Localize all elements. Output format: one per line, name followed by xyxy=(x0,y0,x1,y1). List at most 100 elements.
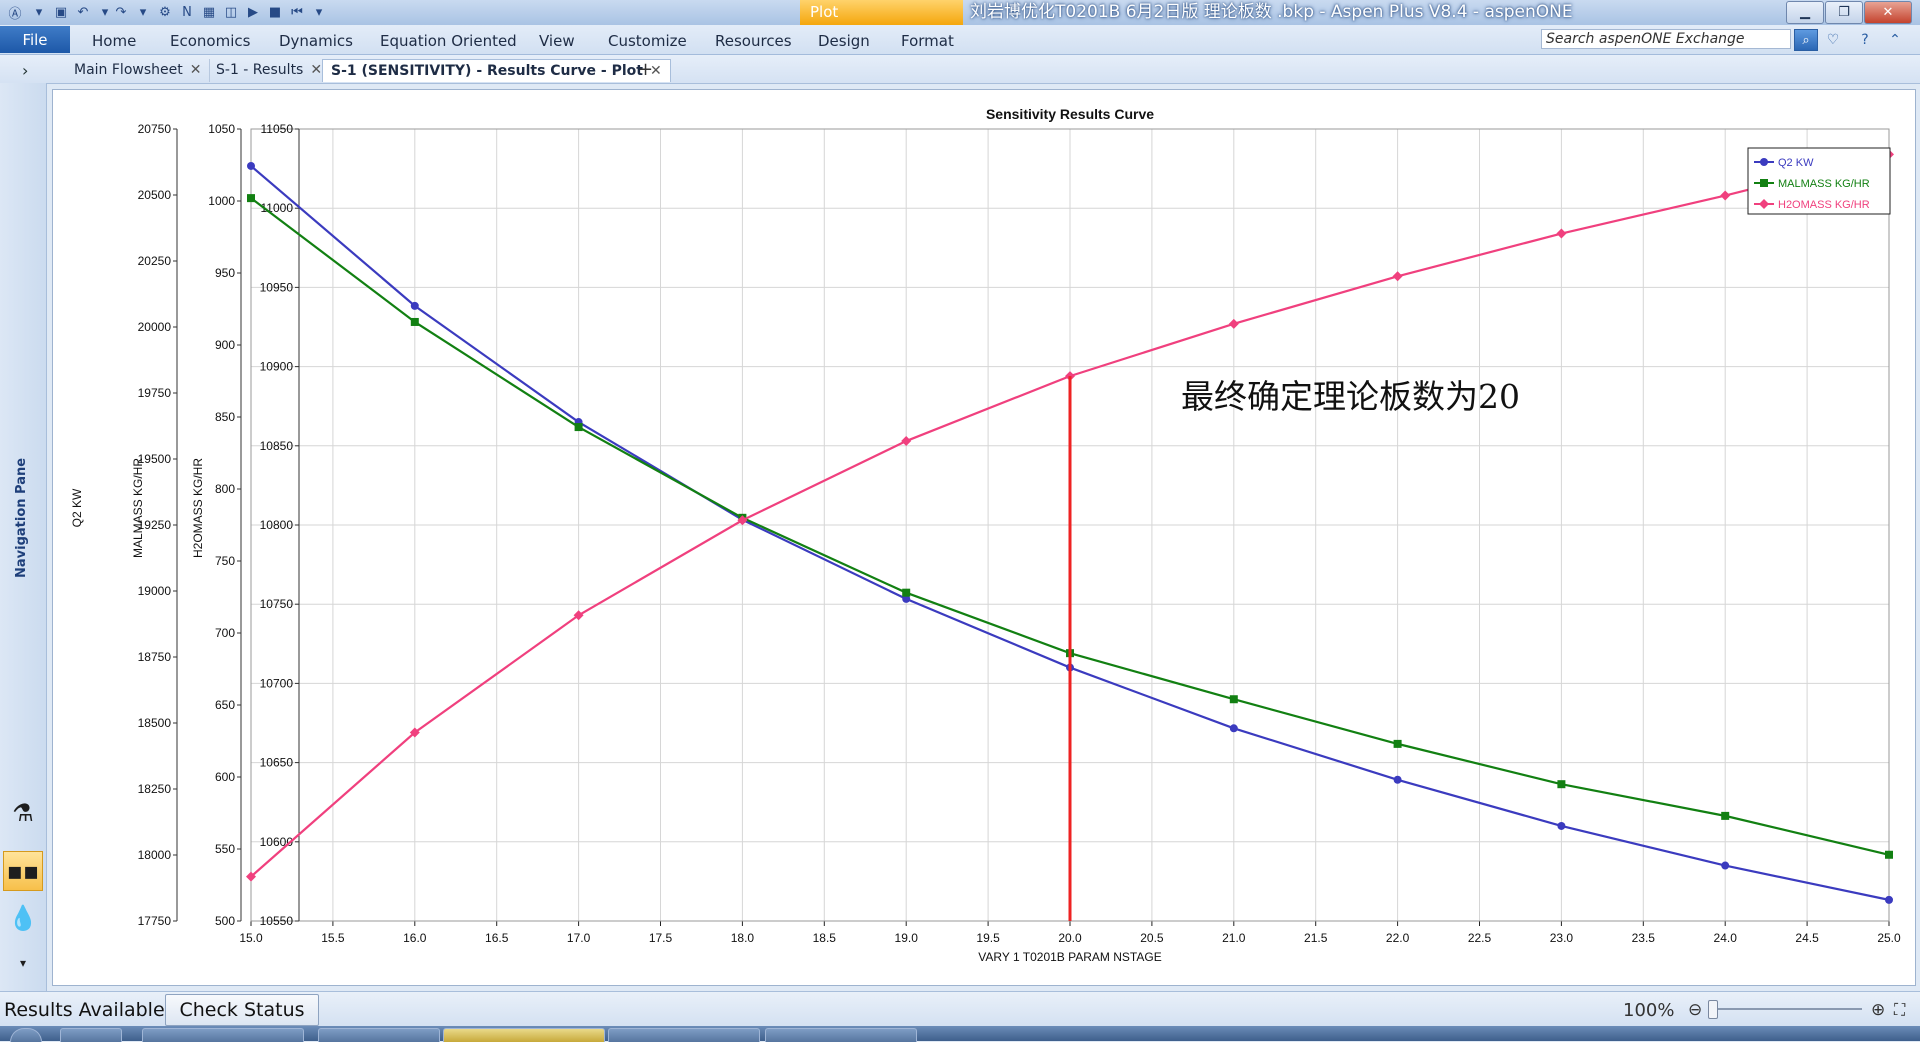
taskbar-item[interactable] xyxy=(765,1028,917,1042)
customize-qat-icon[interactable]: ▾ xyxy=(310,3,328,21)
y-tick-label: 900 xyxy=(215,338,235,352)
x-axis-title: VARY 1 T0201B PARAM NSTAGE xyxy=(978,950,1161,964)
y-tick-label: 10600 xyxy=(260,835,294,849)
y-tick-label: 1050 xyxy=(208,122,235,136)
y-tick-label: 850 xyxy=(215,410,235,424)
taskbar-item[interactable] xyxy=(318,1028,440,1042)
y-tick-label: 18750 xyxy=(138,650,172,664)
y-tick-label: 19000 xyxy=(138,584,172,598)
start-button[interactable] xyxy=(10,1028,42,1042)
y-tick-label: 10550 xyxy=(260,914,294,928)
search-icon[interactable]: ⌕ xyxy=(1794,29,1818,51)
plot-panel[interactable]: Sensitivity Results Curve 15.0 15.5 16.0 16.… xyxy=(52,89,1916,986)
y-tick-label: 10700 xyxy=(260,676,294,690)
fit-to-window-icon[interactable]: ⛶ xyxy=(1894,1000,1905,1020)
tab-view[interactable]: View xyxy=(539,32,575,50)
chevron-right-icon[interactable]: › xyxy=(22,61,28,80)
x-tick-label: 15.0 xyxy=(239,931,263,945)
close-icon[interactable]: ✕ xyxy=(310,62,322,78)
y-tick-label: 1000 xyxy=(208,194,235,208)
x-tick-label: 20.5 xyxy=(1140,931,1164,945)
y-tick-label: 750 xyxy=(215,554,235,568)
legend-marker xyxy=(1760,158,1768,166)
help-icon[interactable]: ? xyxy=(1856,31,1874,49)
x-tick-label: 19.0 xyxy=(895,931,919,945)
minimize-button[interactable]: ▁ xyxy=(1786,1,1824,24)
tab-results-curve-plot[interactable]: S-1 (SENSITIVITY) - Results Curve - Plot… xyxy=(322,59,671,82)
document-tabs: › Main Flowsheet ✕ S-1 - Results ✕ S-1 (SE… xyxy=(0,55,1920,84)
reconcile-icon[interactable]: ⚙ xyxy=(156,3,174,21)
close-window-button[interactable]: ✕ xyxy=(1864,1,1912,24)
data-point xyxy=(410,317,419,326)
simulation-icon[interactable]: ▪▪ xyxy=(3,851,43,891)
close-icon[interactable]: ✕ xyxy=(190,62,202,78)
app-logo-icon[interactable]: Ⓐ xyxy=(6,3,24,22)
undo-icon[interactable]: ↶ xyxy=(74,3,92,21)
control-panel-icon[interactable]: ▦ xyxy=(200,3,218,21)
zoom-slider-thumb[interactable] xyxy=(1708,1000,1718,1019)
tab-format[interactable]: Format xyxy=(901,32,954,50)
y-tick-label: 17750 xyxy=(138,914,172,928)
data-point xyxy=(247,194,255,203)
dropdown-icon[interactable]: ▾ xyxy=(30,3,48,21)
minimize-ribbon-icon[interactable]: ⌃ xyxy=(1886,31,1904,49)
tab-s1-results[interactable]: S-1 - Results ✕ xyxy=(208,59,332,82)
x-tick-label: 23.5 xyxy=(1632,931,1656,945)
favorite-icon[interactable]: ♡ xyxy=(1824,31,1842,49)
properties-flask-icon[interactable]: ⚗ xyxy=(3,793,43,833)
tab-equation-oriented[interactable]: Equation Oriented xyxy=(380,32,517,50)
tab-label: Main Flowsheet xyxy=(74,62,183,78)
energy-analysis-icon[interactable]: 💧 xyxy=(3,898,43,938)
taskbar-item[interactable] xyxy=(142,1028,304,1042)
reset-icon[interactable]: ⏮ xyxy=(288,3,306,21)
sensitivity-chart[interactable]: Sensitivity Results Curve 15.0 15.5 16.0 16.… xyxy=(53,90,1915,985)
search-input[interactable]: Search aspenONE Exchange xyxy=(1541,29,1791,49)
x-tick-label: 24.0 xyxy=(1714,931,1738,945)
check-status-button[interactable]: Check Status xyxy=(165,994,319,1026)
step-icon[interactable]: ◫ xyxy=(222,3,240,21)
y-axis-title: H2OMASS KG/HR xyxy=(191,458,205,558)
tab-customize[interactable]: Customize xyxy=(608,32,687,50)
stop-icon[interactable]: ■ xyxy=(266,3,284,21)
status-bar: Results Available Check Status 100% ⊖ ⊕ … xyxy=(0,991,1920,1026)
x-tick-label: 24.5 xyxy=(1795,931,1819,945)
maximize-button[interactable]: ❐ xyxy=(1825,1,1863,24)
taskbar-item[interactable] xyxy=(608,1028,760,1042)
y-tick-label: 20750 xyxy=(138,122,172,136)
zoom-level: 100% xyxy=(1623,1000,1675,1021)
y-tick-label: 18250 xyxy=(138,782,172,796)
taskbar-item[interactable] xyxy=(60,1028,122,1042)
plot-context-tab[interactable]: Plot xyxy=(800,0,963,25)
data-point xyxy=(1557,780,1566,789)
zoom-out-icon[interactable]: ⊖ xyxy=(1688,1000,1702,1020)
save-icon[interactable]: ▣ xyxy=(52,3,70,21)
tab-home[interactable]: Home xyxy=(92,32,136,50)
tab-design[interactable]: Design xyxy=(818,32,870,50)
data-point xyxy=(1885,850,1893,859)
window-title: 刘岩博优化T0201B 6月2日版 理论板数 .bkp - Aspen Plus… xyxy=(970,2,1573,22)
next-icon[interactable]: N xyxy=(178,3,196,21)
data-point xyxy=(247,161,255,170)
file-tab[interactable]: File xyxy=(0,26,70,53)
redo-icon[interactable]: ↷ xyxy=(112,3,130,21)
y-tick-label: 600 xyxy=(215,770,235,784)
navigation-pane: Navigation Pane ⚗ ▪▪ 💧 ▾ xyxy=(0,83,47,991)
run-icon[interactable]: ▶ xyxy=(244,3,262,21)
x-tick-label: 20.0 xyxy=(1058,931,1082,945)
tab-main-flowsheet[interactable]: Main Flowsheet ✕ xyxy=(66,59,211,82)
y-tick-label: 650 xyxy=(215,698,235,712)
x-tick-label: 17.0 xyxy=(567,931,591,945)
taskbar-item-active[interactable] xyxy=(443,1028,605,1042)
legend-label: MALMASS KG/HR xyxy=(1778,178,1870,190)
tab-resources[interactable]: Resources xyxy=(715,32,792,50)
tab-dynamics[interactable]: Dynamics xyxy=(279,32,353,50)
zoom-in-icon[interactable]: ⊕ xyxy=(1871,1000,1885,1020)
zoom-slider-track[interactable] xyxy=(1712,1008,1862,1010)
tab-economics[interactable]: Economics xyxy=(170,32,250,50)
annotation-text: 最终确定理论板数为20 xyxy=(1181,377,1520,416)
more-icon[interactable]: ▾ xyxy=(3,943,43,983)
navigation-pane-label[interactable]: Navigation Pane xyxy=(14,458,29,578)
add-tab-icon[interactable]: + xyxy=(638,59,653,80)
redo-dropdown-icon[interactable]: ▾ xyxy=(134,3,152,21)
ribbon-tabs: File Home Economics Dynamics Equation Or… xyxy=(0,25,1920,55)
